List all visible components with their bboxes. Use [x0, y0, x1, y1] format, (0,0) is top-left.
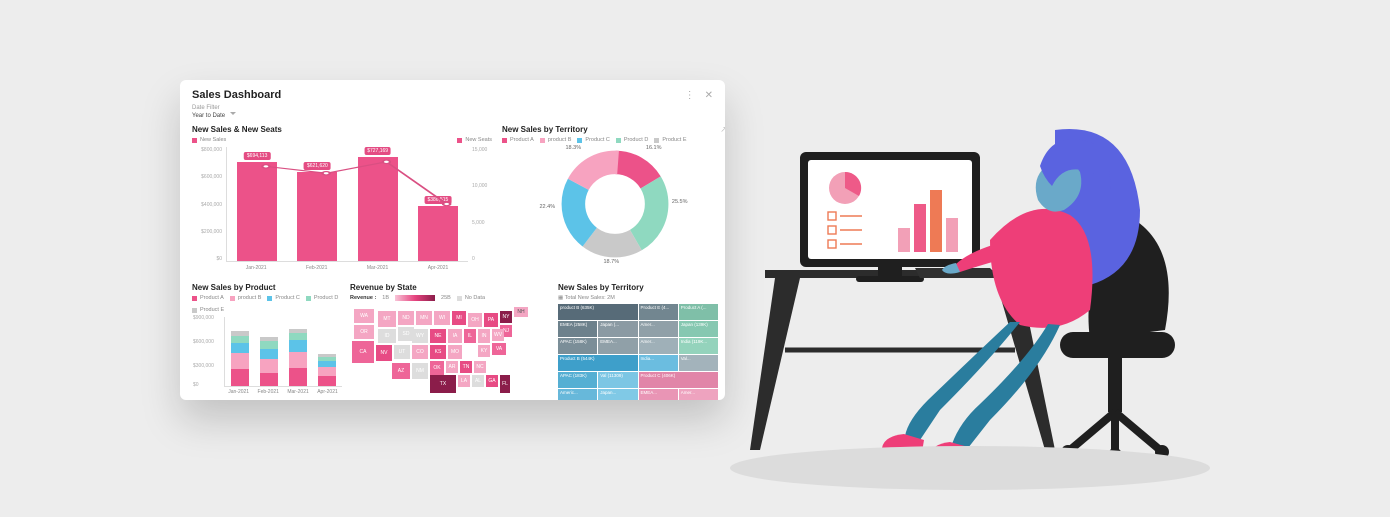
legend-item: product B — [540, 137, 572, 143]
close-icon[interactable]: ✕ — [705, 90, 713, 101]
stack-bar — [260, 337, 278, 386]
x-axis: Jan-2021Feb-2021Mar-2021Apr-2021 — [224, 389, 342, 395]
bar-mar: $727,169 — [358, 157, 398, 261]
filter-icon: ▦ — [558, 295, 563, 301]
stack-bar — [231, 331, 249, 386]
pct-label: 22.4% — [540, 204, 556, 210]
dashboard-title: Sales Dashboard — [192, 89, 281, 101]
legend-new-seats: New Seats — [457, 137, 492, 143]
illustration-svg — [660, 100, 1280, 500]
stack-bar — [289, 329, 307, 386]
treemap-cell: EMEA... — [598, 338, 637, 354]
legend-item: Product A — [192, 295, 224, 301]
treemap-cell: Japan... — [598, 389, 637, 400]
treemap-cell: EMEA (258K) — [558, 321, 597, 337]
treemap-cell: Product B (544K) — [558, 355, 638, 371]
stack-bar — [318, 354, 336, 386]
dashboard-card: Sales Dashboard ⋮ ✕ Date Filter Year to … — [180, 80, 725, 400]
us-map: WA OR MT ID ND SD CA NV UT CO WY MN KS N… — [350, 305, 550, 380]
legend-item: Product C — [267, 295, 299, 301]
floor-shadow — [730, 446, 1210, 490]
legend-nodata: No Data — [457, 295, 485, 301]
treemap-subtitle: Total New Sales: 2M — [565, 295, 615, 301]
panel-new-sales-seats: New Sales & New Seats New Sales New Seat… — [192, 125, 492, 271]
date-filter-label: Date Filter — [192, 105, 713, 111]
x-axis: Jan-2021 Feb-2021 Mar-2021 Apr-2021 — [226, 265, 468, 271]
illustration — [660, 100, 1280, 500]
pct-label: 18.7% — [604, 259, 620, 265]
pct-label: 18.3% — [566, 145, 582, 151]
panel-title: New Sales & New Seats — [192, 125, 492, 134]
dashboard-header: Sales Dashboard ⋮ ✕ — [180, 80, 725, 105]
y-axis-right: 15,000 10,000 5,000 0 — [468, 147, 492, 262]
y-tick: $300,000 — [193, 363, 214, 369]
legend-new-sales: New Sales — [192, 137, 226, 143]
more-icon[interactable]: ⋮ — [685, 90, 695, 101]
chevron-down-icon — [230, 112, 236, 118]
legend-item: Product E — [192, 307, 224, 313]
treemap-cell: product B (635K) — [558, 304, 638, 320]
y-axis-left: $800,000 $600,000 $400,000 $200,000 $0 — [192, 147, 226, 262]
legend-item: Product D — [616, 137, 648, 143]
panel-title: New Sales by Product — [192, 283, 342, 292]
legend-max: 25B — [441, 295, 451, 301]
legend-min: 1B — [382, 295, 389, 301]
panel-map: Revenue by State Revenue : 1B 25B No Dat… — [350, 283, 550, 400]
treemap-cell: APAC (183K) — [558, 372, 597, 388]
date-filter[interactable]: Date Filter Year to Date — [180, 105, 725, 125]
treemap-cell: Americ... — [558, 389, 597, 400]
legend-label: Revenue : — [350, 295, 376, 301]
bar-apr: $386,515 — [418, 206, 458, 261]
plot-area: $694,113 $621,620 $727,169 $386,515 — [226, 147, 468, 262]
panel-title: Revenue by State — [350, 283, 550, 292]
legend-item: Product C — [577, 137, 609, 143]
treemap-cell: APAC (158K) — [558, 338, 597, 354]
bar-jan: $694,113 — [237, 162, 277, 261]
legend-item: Product D — [306, 295, 338, 301]
legend-item: product B — [230, 295, 262, 301]
legend-gradient — [395, 295, 435, 301]
y-tick: $0 — [193, 382, 199, 388]
treemap-cell: Val (11309) — [598, 372, 637, 388]
y-tick: $900,000 — [193, 315, 214, 321]
date-filter-value: Year to Date — [192, 113, 225, 119]
panel-stacked: New Sales by Product Product A product B… — [192, 283, 342, 400]
legend-item: Product A — [502, 137, 534, 143]
y-tick: $600,000 — [193, 339, 214, 345]
bar-feb: $621,620 — [297, 172, 337, 261]
donut-chart: 16.1% 25.5% 18.7% 22.4% 18.3% — [560, 149, 670, 259]
treemap-cell: Japan (... — [598, 321, 637, 337]
